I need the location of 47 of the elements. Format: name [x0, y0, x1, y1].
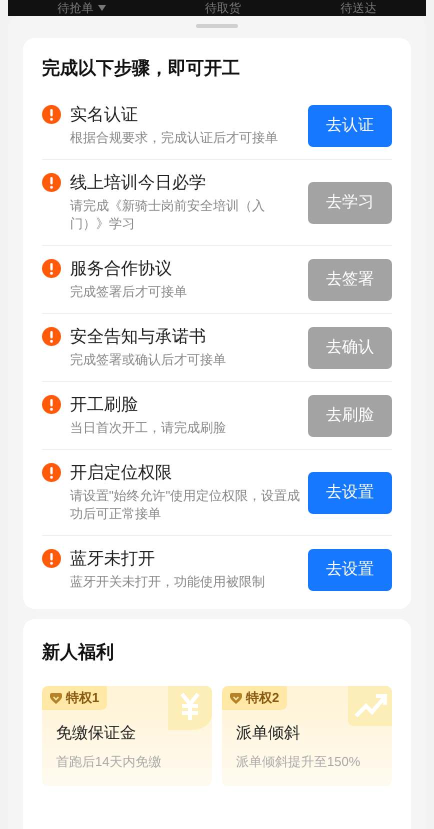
- drag-handle[interactable]: [196, 24, 238, 28]
- step-description: 完成签署后才可接单: [70, 283, 187, 301]
- top-tab[interactable]: 待送达: [340, 1, 376, 15]
- warning-icon: [42, 105, 61, 124]
- benefit-card[interactable]: 特权1 免缴保证金 首跑后14天内免缴: [42, 686, 212, 786]
- warning-icon: [42, 549, 61, 568]
- action-button[interactable]: 去签署: [308, 258, 392, 300]
- step-description: 请设置"始终允许"使用定位权限，设置成功后可正常接单: [70, 487, 302, 523]
- step-description: 当日首次开工，请完成刷脸: [70, 419, 226, 437]
- warning-icon: [42, 259, 61, 278]
- top-tab[interactable]: 待抢单: [58, 1, 106, 15]
- yen-icon: [168, 686, 212, 730]
- action-button[interactable]: 去刷脸: [308, 394, 392, 436]
- warning-icon: [42, 395, 61, 414]
- action-button[interactable]: 去设置: [308, 548, 392, 590]
- step-description: 完成签署或确认后才可接单: [70, 351, 226, 369]
- action-button[interactable]: 去学习: [308, 182, 392, 224]
- shield-icon: [50, 692, 62, 704]
- warning-icon: [42, 327, 61, 346]
- action-button[interactable]: 去认证: [308, 104, 392, 146]
- tag-label: 特权2: [246, 689, 280, 708]
- step-title: 服务合作协议: [70, 258, 173, 280]
- trend-icon: [348, 686, 392, 726]
- step-title: 开启定位权限: [70, 462, 173, 484]
- benefit-description: 派单倾斜提升至150%: [236, 752, 362, 770]
- step-description: 蓝牙开关未打开，功能使用被限制: [70, 573, 265, 591]
- benefit-description: 首跑后14天内免缴: [56, 752, 162, 770]
- step-description: 请完成《新骑士岗前安全培训（入门）》学习: [70, 197, 266, 233]
- card-title: 完成以下步骤，即可开工: [42, 57, 241, 80]
- warning-icon: [42, 173, 61, 192]
- action-button[interactable]: 去确认: [308, 326, 392, 368]
- caret-icon: [98, 5, 106, 11]
- step-title: 安全告知与承诺书: [70, 326, 207, 348]
- step-title: 开工刷脸: [70, 394, 139, 416]
- action-button[interactable]: 去设置: [308, 472, 392, 514]
- benefit-title: 派单倾斜: [236, 724, 301, 744]
- tag-label: 特权1: [66, 689, 100, 708]
- step-description: 根据合规要求，完成认证后才可接单: [70, 129, 278, 147]
- benefit-title: 免缴保证金: [56, 724, 137, 744]
- top-tab[interactable]: 待取货: [204, 1, 241, 15]
- shield-icon: [230, 692, 242, 704]
- benefit-card[interactable]: 特权2 派单倾斜 派单倾斜提升至150%: [222, 686, 392, 786]
- step-title: 实名认证: [70, 104, 139, 126]
- warning-icon: [42, 463, 61, 482]
- card-title: 新人福利: [42, 641, 115, 664]
- step-title: 蓝牙未打开: [70, 548, 156, 570]
- step-title: 线上培训今日必学: [70, 172, 207, 194]
